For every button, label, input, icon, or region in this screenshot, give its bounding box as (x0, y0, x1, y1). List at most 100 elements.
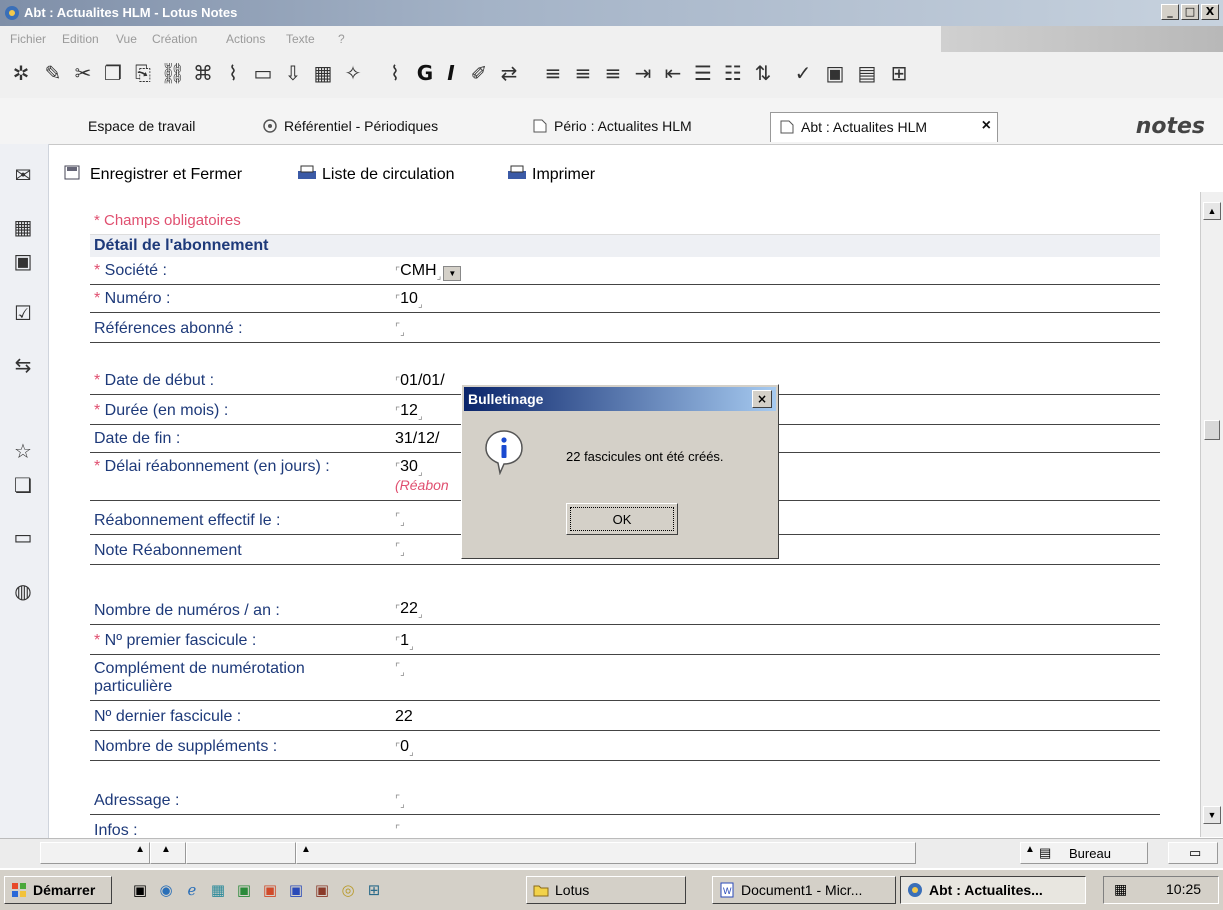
favorites-icon[interactable]: ☆ (9, 438, 37, 464)
taskbar-item-lotus[interactable]: Lotus (526, 876, 686, 904)
tab-perio-actualites[interactable]: Pério : Actualites HLM (532, 118, 692, 134)
supplements-field[interactable]: ⌜0⌟ (395, 738, 414, 758)
picture-icon[interactable]: ▭ (250, 60, 276, 86)
calendar-icon[interactable]: ▦ (9, 214, 37, 240)
taskbar-item-abt-actualites[interactable]: Abt : Actualites... (900, 876, 1086, 904)
tab-close-icon[interactable]: × (982, 117, 991, 135)
bold-icon[interactable]: G (412, 60, 438, 86)
align-left-icon[interactable]: ≡ (540, 60, 566, 86)
copy-icon[interactable]: ❐ (100, 60, 126, 86)
tray-network-icon[interactable]: ▦ (1114, 881, 1127, 898)
indent-icon[interactable]: ⇄ (496, 60, 522, 86)
start-button[interactable]: Démarrer (4, 876, 112, 904)
save-close-button[interactable]: Enregistrer et Fermer (64, 165, 242, 184)
taskbar-item-document1[interactable]: W Document1 - Micr... (712, 876, 896, 904)
location-selector[interactable]: ▲ ▤ Bureau (1020, 842, 1148, 864)
window-title-bar[interactable]: Abt : Actualites HLM - Lotus Notes _ □ X (0, 0, 1223, 26)
status-cell[interactable]: ▲ (150, 842, 186, 864)
tab-abt-actualites[interactable]: Abt : Actualites HLM × (770, 112, 998, 142)
spell-check-icon[interactable]: ✓ (790, 60, 816, 86)
menu-fichier[interactable]: Fichier (10, 32, 46, 46)
dialog-close-button[interactable]: × (752, 390, 772, 408)
attach-icon[interactable]: ⌇ (220, 60, 246, 86)
menu-actions[interactable]: Actions (226, 32, 265, 46)
status-cell[interactable]: ▲ (40, 842, 150, 864)
cut-icon[interactable]: ✂ (70, 60, 96, 86)
bullet-list-icon[interactable]: ☰ (690, 60, 716, 86)
import-icon[interactable]: ⇩ (280, 60, 306, 86)
complement-field[interactable]: ⌜⌟ (395, 658, 405, 678)
align-right-icon[interactable]: ≡ (600, 60, 626, 86)
tab-referentiel-periodiques[interactable]: Référentiel - Périodiques (262, 118, 438, 134)
references-field[interactable]: ⌜⌟ (395, 318, 405, 338)
outdent-icon[interactable]: ⇤ (660, 60, 686, 86)
address-book-icon[interactable]: ▣ (9, 248, 37, 274)
abc-icon[interactable]: ▣ (822, 60, 848, 86)
menu-texte[interactable]: Texte (286, 32, 315, 46)
gear-icon[interactable]: ✲ (8, 60, 34, 86)
search-icon[interactable]: ◎ (338, 880, 358, 900)
paste-icon[interactable]: ⎘ (130, 60, 156, 86)
menu-edition[interactable]: Edition (62, 32, 99, 46)
nb-numeros-field[interactable]: ⌜22⌟ (395, 600, 423, 620)
print-button[interactable]: Imprimer (506, 165, 595, 184)
hotspot-icon[interactable]: ⌘ (190, 60, 216, 86)
highlight-icon[interactable]: ✐ (466, 60, 492, 86)
chevron-down-icon[interactable]: ▼ (443, 266, 462, 281)
edit-icon[interactable]: ✎ (40, 60, 66, 86)
delai-field[interactable]: ⌜30⌟ (395, 458, 423, 478)
network-icon[interactable]: ⊞ (364, 880, 384, 900)
powerpoint-icon[interactable]: ▣ (260, 880, 280, 900)
premier-fascicule-field[interactable]: ⌜1⌟ (395, 632, 414, 652)
browser-icon[interactable]: ◉ (156, 880, 176, 900)
replicator-icon[interactable]: ⇆ (9, 352, 37, 378)
vertical-scrollbar[interactable]: ▲ ▼ (1200, 192, 1223, 837)
grid-icon[interactable]: ▦ (310, 60, 336, 86)
infos-field[interactable]: ⌜ (395, 820, 400, 837)
close-window-button[interactable]: X (1201, 4, 1219, 20)
image-icon[interactable]: ▤ (854, 60, 880, 86)
italic-icon[interactable]: I (438, 60, 464, 86)
link-icon[interactable]: ⛓ (160, 60, 186, 86)
duree-field[interactable]: ⌜12⌟ (395, 402, 423, 422)
word-icon[interactable]: ▣ (286, 880, 306, 900)
access-icon[interactable]: ▣ (312, 880, 332, 900)
scroll-thumb[interactable] (1204, 420, 1220, 440)
clock[interactable]: 10:25 (1166, 881, 1201, 897)
folder-icon[interactable]: ▭ (9, 524, 37, 550)
inbox-indicator[interactable]: ▭ (1168, 842, 1218, 864)
scroll-down-button[interactable]: ▼ (1203, 806, 1221, 824)
adressage-field[interactable]: ⌜⌟ (395, 790, 405, 810)
numero-field[interactable]: ⌜10⌟ (395, 290, 423, 310)
ok-button[interactable]: OK (566, 503, 678, 535)
date-debut-field[interactable]: ⌜01/01/ (395, 372, 445, 390)
circulation-list-button[interactable]: Liste de circulation (296, 165, 455, 184)
reabo-effectif-field[interactable]: ⌜⌟ (395, 508, 405, 528)
dialog-title-bar[interactable]: Bulletinage × (464, 387, 776, 411)
note-reabo-field[interactable]: ⌜⌟ (395, 538, 405, 558)
todo-icon[interactable]: ☑ (9, 300, 37, 326)
minimize-button[interactable]: _ (1161, 4, 1179, 20)
scroll-up-button[interactable]: ▲ (1203, 202, 1221, 220)
web-icon[interactable]: ◍ (9, 578, 37, 604)
databases-icon[interactable]: ❏ (9, 472, 37, 498)
status-cell[interactable] (186, 842, 296, 864)
align-center-icon[interactable]: ≡ (570, 60, 596, 86)
sort-icon[interactable]: ⇅ (750, 60, 776, 86)
maximize-button[interactable]: □ (1181, 4, 1199, 20)
explorer-icon[interactable]: ▦ (208, 880, 228, 900)
number-list-icon[interactable]: ☷ (720, 60, 746, 86)
excel-icon[interactable]: ▣ (234, 880, 254, 900)
menu-vue[interactable]: Vue (116, 32, 137, 46)
indent-right-icon[interactable]: ⇥ (630, 60, 656, 86)
table-icon[interactable]: ⊞ (886, 60, 912, 86)
menu-help[interactable]: ? (338, 32, 345, 46)
desktop-icon[interactable]: ▣ (130, 880, 150, 900)
ie-icon[interactable]: ℯ (182, 880, 202, 900)
section-icon[interactable]: ✧ (340, 60, 366, 86)
tab-espace-de-travail[interactable]: Espace de travail (88, 118, 195, 134)
attach-file-icon[interactable]: ⌇ (382, 60, 408, 86)
menu-creation[interactable]: Création (152, 32, 197, 46)
mail-icon[interactable]: ✉ (9, 162, 37, 188)
societe-dropdown[interactable]: ⌜CMH⌟ ▼ (395, 262, 462, 282)
